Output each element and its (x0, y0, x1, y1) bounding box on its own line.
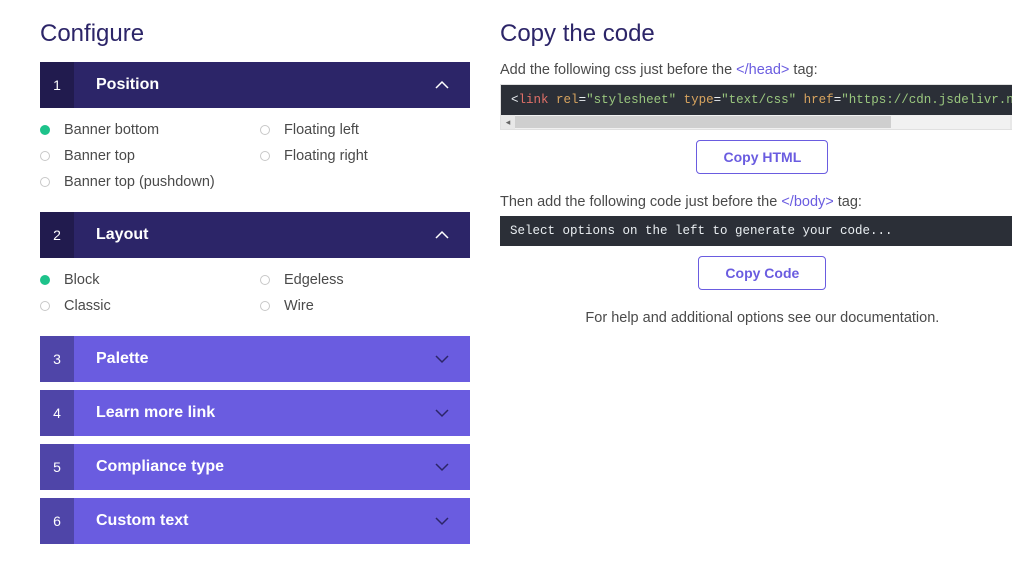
section-number: 5 (40, 444, 74, 490)
option-wire[interactable]: Wire (260, 298, 470, 314)
step1-instruction: Add the following css just before the </… (500, 62, 1012, 78)
help-text: For help and additional options see our … (500, 310, 1012, 326)
option-banner-top[interactable]: Banner top (40, 148, 250, 164)
copy-html-button[interactable]: Copy HTML (696, 140, 828, 174)
option-label: Classic (64, 298, 111, 314)
radio-icon (260, 125, 270, 135)
option-classic[interactable]: Classic (40, 298, 250, 314)
copy-code-heading: Copy the code (500, 20, 1012, 48)
radio-icon (260, 275, 270, 285)
code-block-1[interactable]: <link rel="stylesheet" type="text/css" h… (501, 85, 1012, 115)
radio-icon (40, 151, 50, 161)
radio-icon (260, 301, 270, 311)
section-header-compliance-type[interactable]: 5Compliance type (40, 444, 470, 490)
radio-icon (40, 275, 50, 285)
step2-instruction: Then add the following code just before … (500, 194, 1012, 210)
option-label: Banner top (pushdown) (64, 174, 215, 190)
section-header-palette[interactable]: 3Palette (40, 336, 470, 382)
section-header-layout[interactable]: 2Layout (40, 212, 470, 258)
section-number: 1 (40, 62, 74, 108)
section-number: 4 (40, 390, 74, 436)
option-label: Floating left (284, 122, 359, 138)
chevron-down-icon (434, 516, 450, 526)
option-floating-left[interactable]: Floating left (260, 122, 470, 138)
code-block-1-wrapper: <link rel="stylesheet" type="text/css" h… (500, 84, 1012, 130)
radio-icon (260, 151, 270, 161)
radio-icon (40, 301, 50, 311)
section-title: Layout (74, 226, 148, 244)
section-header-custom-text[interactable]: 6Custom text (40, 498, 470, 544)
horizontal-scrollbar[interactable]: ◂ ▸ (501, 115, 1012, 129)
chevron-down-icon (434, 462, 450, 472)
section-number: 6 (40, 498, 74, 544)
section-header-learn-more-link[interactable]: 4Learn more link (40, 390, 470, 436)
section-title: Compliance type (74, 458, 224, 476)
chevron-up-icon (434, 230, 450, 240)
option-floating-right[interactable]: Floating right (260, 148, 470, 164)
option-grid: Banner bottom Floating left Banner top Floa… (40, 122, 470, 190)
section-number: 3 (40, 336, 74, 382)
option-edgeless[interactable]: Edgeless (260, 272, 470, 288)
section-title: Palette (74, 350, 148, 368)
code-block-2[interactable]: Select options on the left to generate y… (500, 216, 1012, 246)
chevron-up-icon (434, 80, 450, 90)
option-label: Banner top (64, 148, 135, 164)
radio-icon (40, 177, 50, 187)
option-label: Floating right (284, 148, 368, 164)
copy-code-button[interactable]: Copy Code (698, 256, 826, 290)
section-title: Custom text (74, 512, 188, 530)
section-header-position[interactable]: 1Position (40, 62, 470, 108)
option-label: Wire (284, 298, 314, 314)
option-grid: Block Edgeless Classic Wire (40, 272, 470, 314)
option-banner-top-pushdown-[interactable]: Banner top (pushdown) (40, 174, 250, 190)
section-number: 2 (40, 212, 74, 258)
option-label: Block (64, 272, 99, 288)
option-banner-bottom[interactable]: Banner bottom (40, 122, 250, 138)
chevron-down-icon (434, 354, 450, 364)
radio-icon (40, 125, 50, 135)
option-label: Banner bottom (64, 122, 159, 138)
option-block[interactable]: Block (40, 272, 250, 288)
chevron-down-icon (434, 408, 450, 418)
scroll-left-icon[interactable]: ◂ (501, 115, 515, 129)
section-title: Position (74, 76, 159, 94)
option-label: Edgeless (284, 272, 344, 288)
scroll-thumb[interactable] (515, 116, 891, 128)
section-title: Learn more link (74, 404, 215, 422)
configure-heading: Configure (40, 20, 470, 48)
